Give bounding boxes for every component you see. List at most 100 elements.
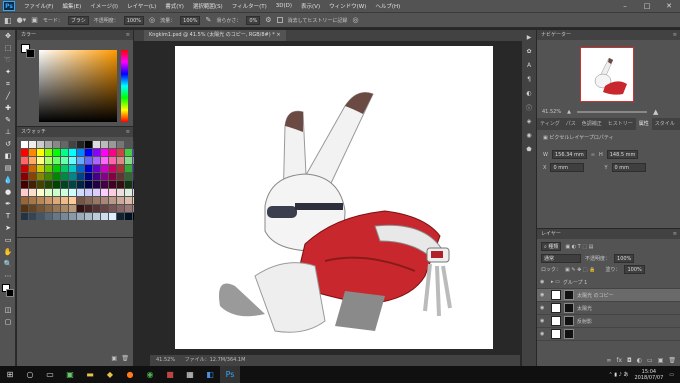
swatch-chip[interactable] (37, 173, 44, 180)
swatch-chip[interactable] (109, 197, 116, 204)
shape-tool-icon[interactable]: ▭ (0, 234, 16, 246)
swatch-chip[interactable] (69, 181, 76, 188)
swatch-chip[interactable] (29, 165, 36, 172)
trash-icon[interactable]: 🗑 (121, 355, 129, 362)
windows-start-icon[interactable]: ⊞ (0, 366, 20, 383)
layers-tab[interactable]: レイヤー ≡ (537, 229, 680, 239)
swatch-chip[interactable] (53, 213, 60, 220)
layer-opacity-input[interactable]: 100% (614, 254, 635, 263)
tab-tooling[interactable]: ティング (537, 118, 563, 130)
quick-mask-icon[interactable]: ◫ (0, 304, 16, 316)
healing-brush-icon[interactable]: ✚ (0, 102, 16, 114)
swatch-chip[interactable] (53, 197, 60, 204)
character-icon[interactable]: A (522, 58, 536, 72)
menu-image[interactable]: イメージ(I) (90, 2, 118, 10)
swatch-chip[interactable] (77, 157, 84, 164)
menu-help[interactable]: ヘルプ(H) (375, 2, 400, 10)
swatch-chip[interactable] (69, 165, 76, 172)
swatch-chip[interactable] (77, 165, 84, 172)
layer-row[interactable]: ◉ (537, 328, 680, 341)
brush-preset-icon[interactable]: ●▾ (17, 16, 27, 24)
swatch-chip[interactable] (117, 205, 124, 212)
swatch-chip[interactable] (85, 165, 92, 172)
menu-edit[interactable]: 編集(E) (62, 2, 81, 10)
swatch-chip[interactable] (37, 189, 44, 196)
swatch-chip[interactable] (45, 205, 52, 212)
dodge-tool-icon[interactable]: ● (0, 186, 16, 198)
panel-menu-icon[interactable]: ≡ (126, 127, 130, 137)
visibility-eye-icon[interactable]: ◉ (540, 331, 548, 337)
menu-file[interactable]: ファイル(F) (24, 2, 53, 10)
layer-row[interactable]: ◉ 太陽光 (537, 302, 680, 315)
swatch-chip[interactable] (37, 197, 44, 204)
minimize-button[interactable]: – (614, 0, 636, 12)
swatch-chip[interactable] (109, 213, 116, 220)
taskbar-app-icon[interactable]: ◧ (200, 366, 220, 383)
swatch-chip[interactable] (101, 189, 108, 196)
swatch-chip[interactable] (53, 149, 60, 156)
swatch-chip[interactable] (69, 157, 76, 164)
photoshop-taskbar-icon[interactable]: Ps (220, 366, 240, 383)
swatch-chip[interactable] (45, 165, 52, 172)
swatch-chip[interactable] (53, 173, 60, 180)
airbrush-icon[interactable]: ✎ (205, 16, 211, 24)
panel-menu-icon[interactable]: ≡ (126, 30, 130, 40)
hue-slider[interactable] (121, 50, 128, 122)
delete-layer-icon[interactable]: 🗑 (668, 357, 676, 364)
blur-tool-icon[interactable]: 💧 (0, 174, 16, 186)
panel-menu-icon[interactable]: ≡ (673, 30, 677, 40)
swatch-chip[interactable] (61, 157, 68, 164)
layer-row-selected[interactable]: ◉ 太陽光 のコピー (537, 289, 680, 302)
swatch-chip[interactable] (37, 141, 44, 148)
visibility-eye-icon[interactable]: ◉ (540, 305, 548, 311)
swatch-chip[interactable] (117, 189, 124, 196)
swatch-chip[interactable] (85, 157, 92, 164)
screen-mode-icon[interactable]: ▢ (0, 316, 16, 328)
swatch-chip[interactable] (53, 141, 60, 148)
eraser-tool-icon[interactable]: ◧ (4, 16, 12, 25)
swatch-chip[interactable] (29, 181, 36, 188)
file-explorer-icon[interactable]: ▬ (80, 366, 100, 383)
info-icon[interactable]: ⓘ (522, 100, 536, 114)
swatch-chip[interactable] (69, 213, 76, 220)
swatch-chip[interactable] (53, 189, 60, 196)
swatch-chip[interactable] (69, 173, 76, 180)
fg-bg-swatch[interactable] (21, 44, 35, 58)
smoothing-input[interactable]: 0% (246, 15, 261, 25)
swatch-chip[interactable] (109, 141, 116, 148)
clock[interactable]: 15:04 2018/07/07 (634, 369, 663, 381)
swatch-chip[interactable] (117, 157, 124, 164)
tab-adjustments[interactable]: 色調補正 (579, 118, 605, 130)
swatch-chip[interactable] (125, 149, 132, 156)
add-mask-icon[interactable]: ◘ (627, 357, 632, 364)
lasso-tool-icon[interactable]: ➰ (0, 54, 16, 66)
tab-styles[interactable]: スタイル (652, 118, 678, 130)
layer-filter-select[interactable]: ⌕ 種類 (541, 242, 562, 251)
fx-icon[interactable]: fx (616, 357, 622, 364)
swatch-chip[interactable] (21, 213, 28, 220)
swatch-chip[interactable] (77, 173, 84, 180)
nav-zoom-value[interactable]: 41.52% (542, 109, 561, 115)
taskbar-app-icon[interactable]: ◆ (100, 366, 120, 383)
swatch-chip[interactable] (37, 149, 44, 156)
swatch-chip[interactable] (69, 197, 76, 204)
swatch-chip[interactable] (69, 205, 76, 212)
play-icon[interactable]: ▶ (522, 30, 536, 44)
swatch-chip[interactable] (85, 189, 92, 196)
swatch-chip[interactable] (77, 181, 84, 188)
tray-icons[interactable]: ⌃ ▮ ♪ あ (609, 371, 629, 378)
swatch-chip[interactable] (21, 141, 28, 148)
blend-mode-select[interactable]: 通常 (541, 254, 581, 263)
maximize-button[interactable]: □ (636, 0, 658, 12)
swatch-chip[interactable] (37, 213, 44, 220)
swatch-chip[interactable] (21, 197, 28, 204)
swatch-chip[interactable] (69, 149, 76, 156)
path-select-icon[interactable]: ➤ (0, 222, 16, 234)
swatch-chip[interactable] (85, 205, 92, 212)
swatch-chip[interactable] (85, 149, 92, 156)
swatch-chip[interactable] (53, 205, 60, 212)
swatch-chip[interactable] (101, 173, 108, 180)
swatch-chip[interactable] (45, 189, 52, 196)
close-tab-icon[interactable]: × (276, 32, 280, 38)
link-icon[interactable]: ∞ (591, 152, 595, 158)
